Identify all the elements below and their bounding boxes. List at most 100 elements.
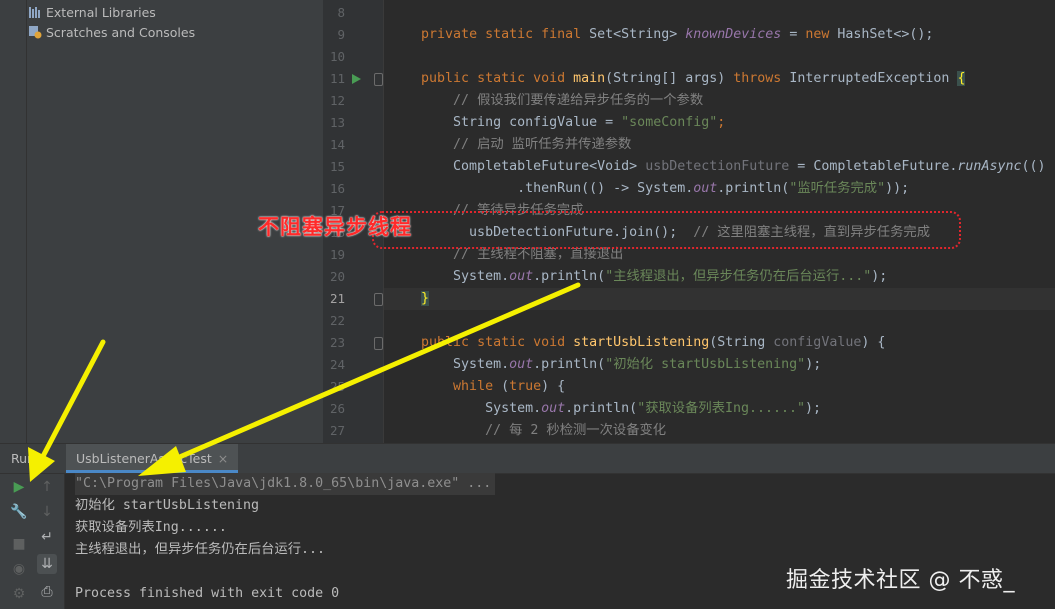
code-token: // 主线程不阻塞，直接退出: [453, 247, 624, 262]
code-token: out: [541, 401, 566, 416]
code-token: .println(: [533, 357, 606, 372]
annotation-highlight-box: [372, 211, 961, 249]
code-token: throws: [733, 71, 790, 86]
code-token: );: [805, 401, 822, 416]
code-token: ));: [885, 181, 910, 196]
code-token: public static void: [421, 335, 574, 350]
down-arrow-icon[interactable]: ↓: [37, 502, 57, 522]
code-token: }: [421, 291, 430, 306]
run-toolbar: ▶ 🔧 ■ ◉ ⚙ ↑ ↓ ↵ ⇊ ⎙: [0, 474, 65, 609]
line-number: 13: [329, 115, 345, 130]
code-token: new: [805, 27, 838, 42]
scratches-icon: [28, 25, 42, 39]
run-header: Run: UsbListenerAsyncTest ×: [0, 444, 1055, 474]
line-number: 27: [329, 423, 345, 438]
line-number: 23: [329, 335, 345, 350]
run-title: Run:: [11, 451, 40, 466]
code-line: .thenRun(() -> System.out.println("监听任务完…: [389, 178, 909, 200]
line-number: 25: [329, 379, 345, 394]
code-token: private static final: [421, 27, 590, 42]
fold-marker-icon[interactable]: [374, 293, 383, 306]
run-tab[interactable]: UsbListenerAsyncTest ×: [66, 444, 239, 473]
line-number: 10: [329, 49, 345, 64]
run-tab-label: UsbListenerAsyncTest: [76, 451, 212, 466]
code-token: "获取设备列表Ing......": [637, 401, 806, 416]
up-arrow-icon[interactable]: ↑: [37, 477, 57, 497]
code-token: CompletableFuture<Void>: [389, 159, 646, 174]
code-token: (String[] args): [605, 71, 734, 86]
code-token: "someConfig": [621, 115, 718, 130]
code-line: }: [389, 288, 430, 310]
code-token: public static void: [421, 71, 574, 86]
code-line: private static final Set<String> knownDe…: [389, 24, 933, 46]
console-line: 主线程退出，但异步任务仍在后台运行...: [75, 542, 326, 557]
code-line: // 每 2 秒检测一次设备变化: [389, 420, 666, 442]
code-token: {: [957, 71, 966, 86]
console-line: 初始化 startUsbListening: [75, 498, 259, 513]
run-gutter-icon[interactable]: [352, 74, 361, 84]
close-icon[interactable]: ×: [218, 451, 228, 466]
code-token: runAsync: [957, 159, 1022, 174]
line-number: 15: [329, 159, 345, 174]
stop-icon[interactable]: ■: [9, 534, 29, 554]
code-token: (: [501, 379, 510, 394]
code-token: .thenRun(() -> System.: [389, 181, 694, 196]
tree-item-label: Scratches and Consoles: [46, 25, 196, 40]
rerun-icon[interactable]: ▶: [9, 477, 29, 497]
library-icon: [28, 5, 42, 19]
code-token: // 启动 监听任务并传递参数: [453, 137, 632, 152]
line-number: 19: [329, 247, 345, 262]
project-side-strip: [0, 0, 27, 443]
code-token: knownDevices: [685, 27, 782, 42]
code-token: );: [805, 357, 822, 372]
code-token: Set<String>: [589, 27, 686, 42]
gear-icon[interactable]: ⚙: [9, 584, 29, 604]
tree-item-label: External Libraries: [46, 5, 156, 20]
code-line: System.out.println("获取设备列表Ing......");: [389, 398, 821, 420]
line-number: 8: [337, 5, 345, 20]
fold-marker-icon[interactable]: [374, 73, 383, 86]
code-line: public static void main(String[] args) t…: [389, 68, 966, 90]
line-number: 11: [329, 71, 345, 86]
code-token: "主线程退出，但异步任务仍在后台运行...": [605, 269, 872, 284]
scroll-to-end-icon[interactable]: ⇊: [37, 554, 57, 574]
line-number: 24: [329, 357, 345, 372]
code-token: = CompletableFuture.: [789, 159, 958, 174]
console-line: "C:\Program Files\Java\jdk1.8.0_65\bin\j…: [75, 473, 496, 495]
watermark: 掘金技术社区 @ 不惑_: [786, 568, 1015, 593]
camera-icon[interactable]: ◉: [9, 559, 29, 579]
print-icon[interactable]: ⎙: [37, 582, 57, 602]
code-token: String configValue =: [389, 115, 622, 130]
code-token: out: [693, 181, 718, 196]
code-line: // 假设我们要传递给异步任务的一个参数: [389, 90, 703, 112]
code-token: HashSet<>();: [837, 27, 934, 42]
tree-item-external-libraries[interactable]: External Libraries: [28, 3, 156, 23]
settings-wrench-icon[interactable]: 🔧: [9, 502, 29, 522]
line-number: 22: [329, 313, 345, 328]
console-line: Process finished with exit code 0: [75, 586, 340, 601]
code-token: usbDetectionFuture: [645, 159, 790, 174]
code-line: CompletableFuture<Void> usbDetectionFutu…: [389, 156, 1045, 178]
code-token: "监听任务完成": [789, 181, 886, 196]
code-token: ) {: [541, 379, 566, 394]
line-number: 9: [337, 27, 345, 42]
tree-item-scratches[interactable]: Scratches and Consoles: [28, 23, 195, 43]
soft-wrap-icon[interactable]: ↵: [37, 527, 57, 547]
line-number: 16: [329, 181, 345, 196]
console-line: 获取设备列表Ing......: [75, 520, 227, 535]
code-token: .println(: [533, 269, 606, 284]
fold-marker-icon[interactable]: [374, 337, 383, 350]
line-number: 26: [329, 401, 345, 416]
code-token: startUsbListening: [573, 335, 710, 350]
code-token: true: [509, 379, 542, 394]
code-line: // 启动 监听任务并传递参数: [389, 134, 631, 156]
code-token: (String: [709, 335, 774, 350]
code-token: ;: [717, 115, 726, 130]
